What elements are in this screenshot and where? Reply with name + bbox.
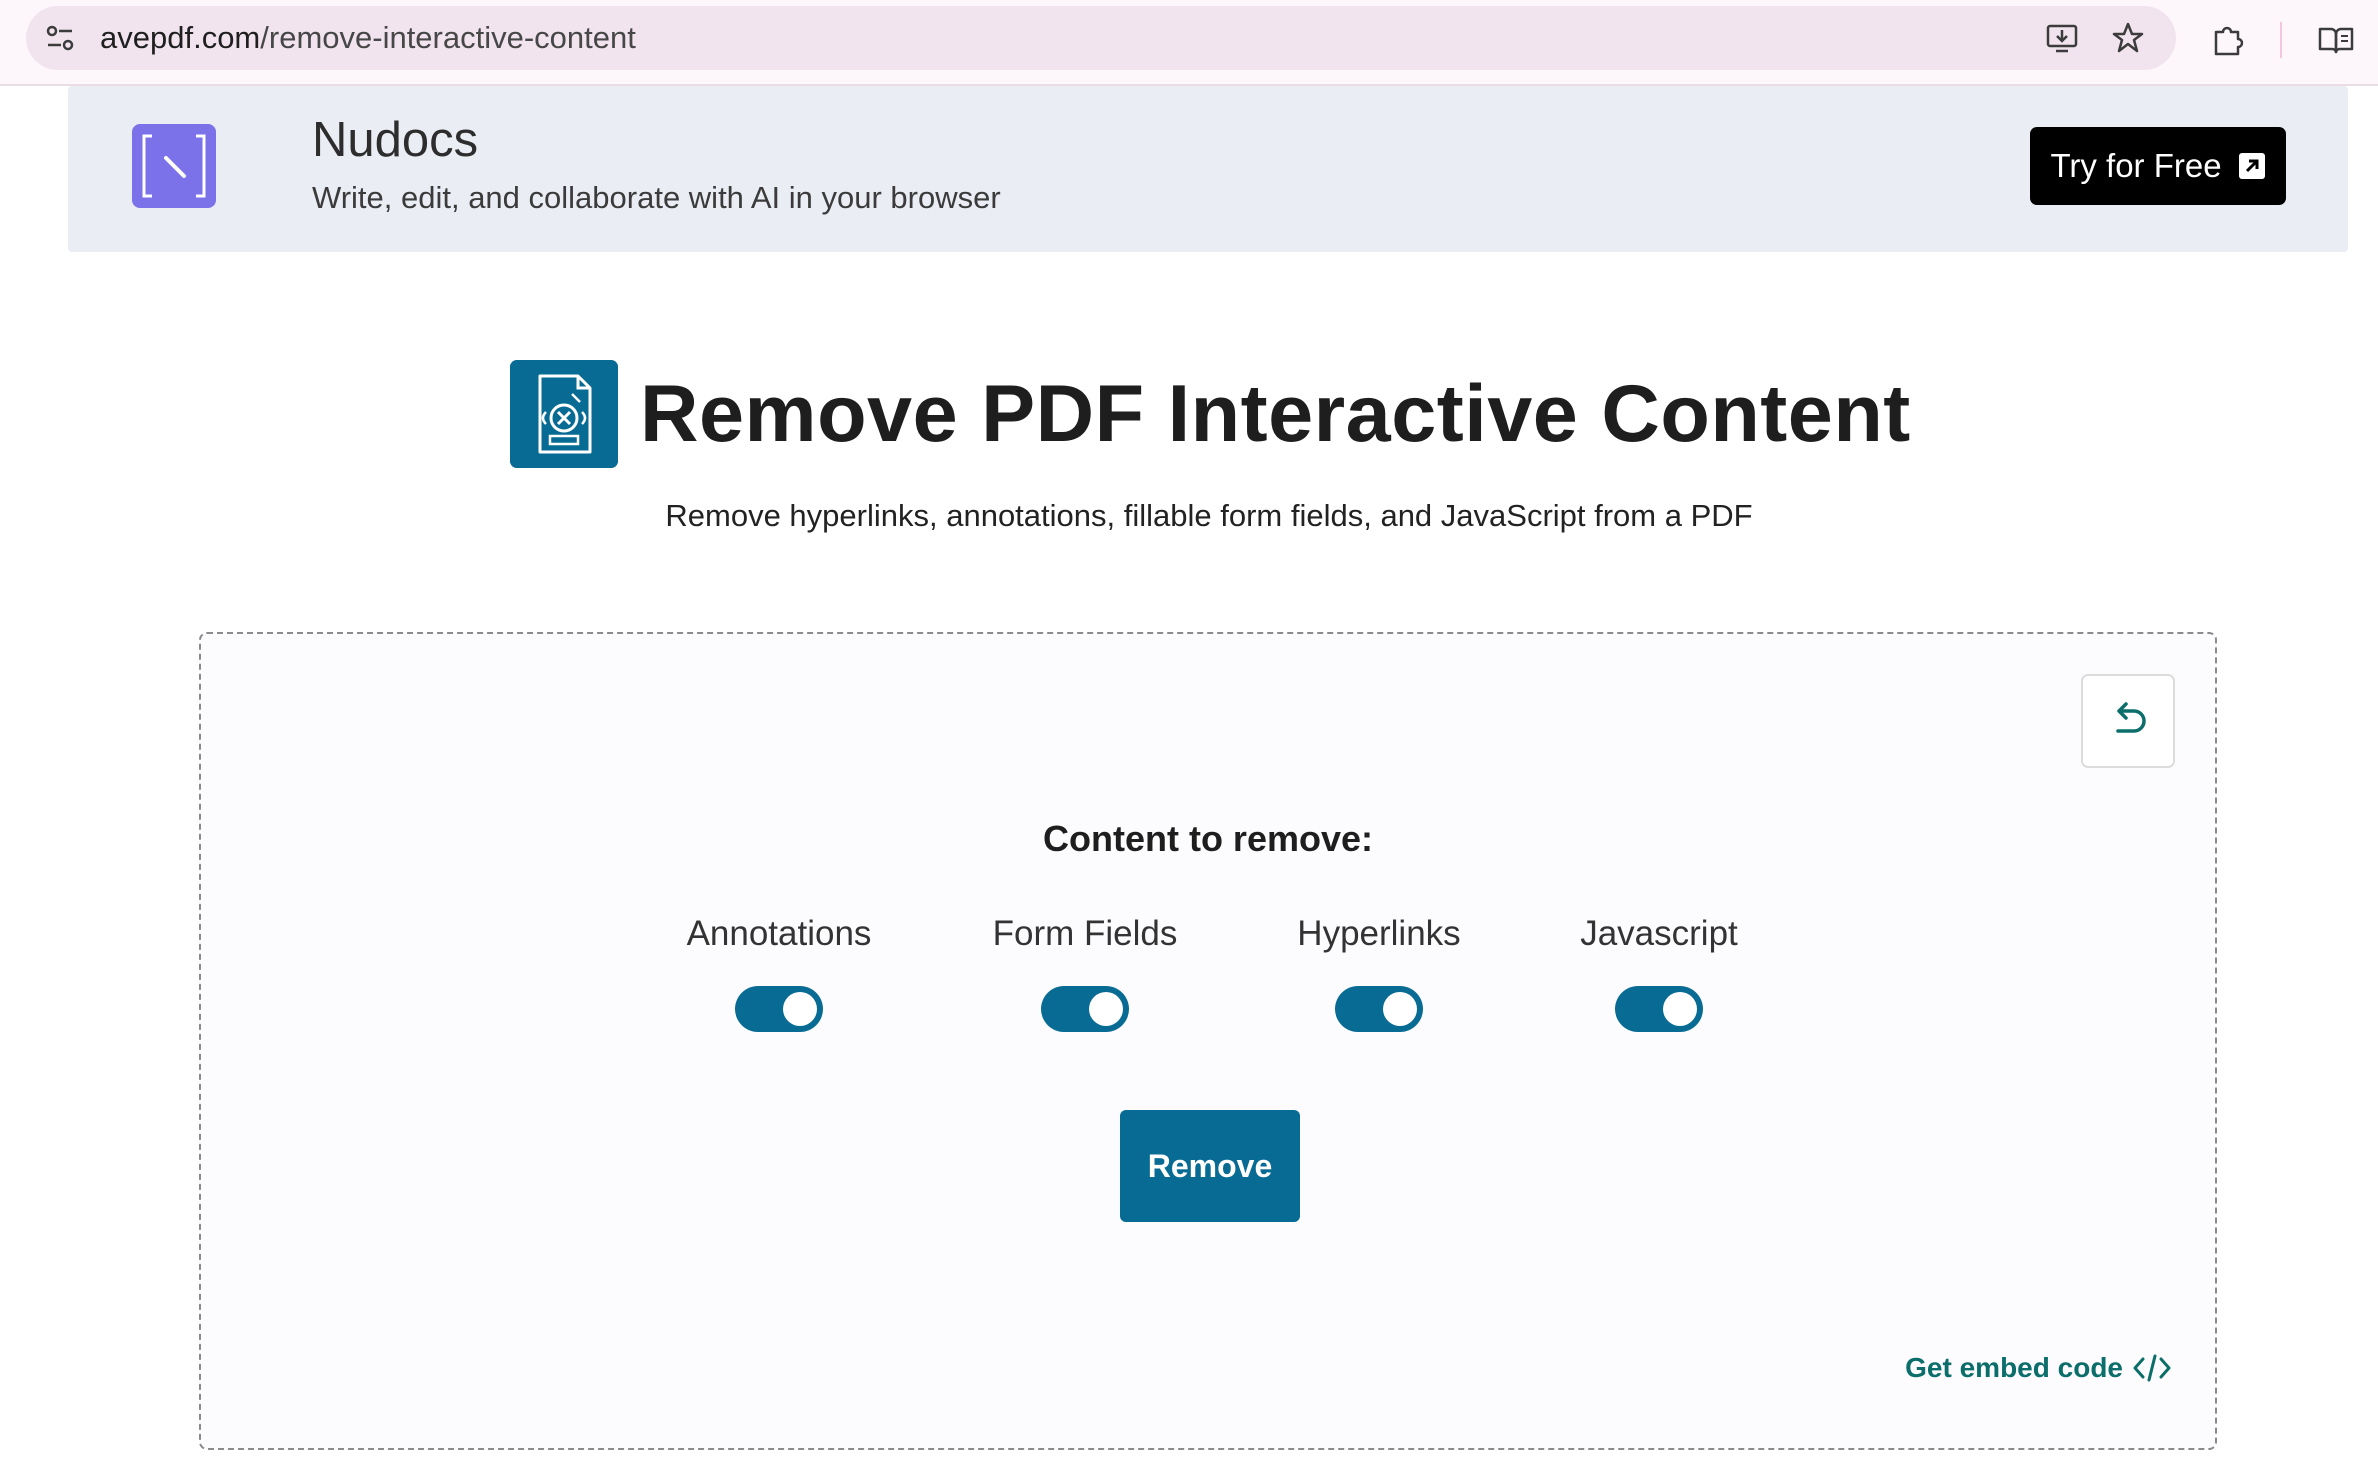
embed-link-label: Get embed code	[1905, 1352, 2123, 1383]
option-hyperlinks: Hyperlinks	[1249, 914, 1509, 1032]
remove-interactive-content-icon	[510, 360, 618, 468]
external-link-icon	[2238, 153, 2265, 179]
tool-panel: Content to remove: Annotations Form Fiel…	[199, 632, 2217, 1450]
ad-brand-title: Nudocs	[312, 113, 479, 167]
url-domain: avepdf.com	[100, 20, 261, 55]
javascript-toggle[interactable]	[1615, 986, 1703, 1032]
code-icon	[2133, 1354, 2171, 1382]
reading-mode-book-icon[interactable]	[2316, 20, 2356, 60]
option-annotations: Annotations	[649, 914, 909, 1032]
content-to-remove-label: Content to remove:	[1042, 818, 1373, 859]
site-info-icon[interactable]	[42, 20, 78, 56]
hyperlinks-toggle[interactable]	[1335, 986, 1423, 1032]
try-for-free-label: Try for Free	[2050, 147, 2222, 184]
form-fields-toggle[interactable]	[1041, 986, 1129, 1032]
page-title: Remove PDF Interactive Content	[640, 369, 1911, 459]
url-path: /remove-interactive-content	[260, 20, 636, 55]
ad-banner[interactable]: Nudocs Write, edit, and collaborate with…	[68, 86, 2348, 252]
option-form-fields: Form Fields	[955, 914, 1215, 1032]
remove-button[interactable]: Remove	[1120, 1110, 1300, 1222]
toggle-knob	[1089, 992, 1123, 1026]
page-subtitle: Remove hyperlinks, annotations, fillable…	[665, 498, 1753, 533]
toolbar-divider	[2280, 22, 2282, 58]
browser-toolbar: avepdf.com/remove-interactive-content	[0, 0, 2378, 86]
toggle-knob	[783, 992, 817, 1026]
bookmark-star-icon[interactable]	[2110, 20, 2146, 56]
try-for-free-button[interactable]: Try for Free	[2030, 127, 2286, 205]
ad-tagline: Write, edit, and collaborate with AI in …	[312, 180, 1001, 215]
address-bar[interactable]: avepdf.com/remove-interactive-content	[26, 6, 2176, 70]
option-label: Form Fields	[992, 914, 1178, 953]
nudocs-logo-icon	[132, 124, 216, 208]
option-label: Javascript	[1580, 914, 1738, 953]
annotations-toggle[interactable]	[735, 986, 823, 1032]
undo-icon	[2116, 702, 2146, 733]
toggle-knob	[1663, 992, 1697, 1026]
toggle-knob	[1383, 992, 1417, 1026]
extensions-puzzle-icon[interactable]	[2208, 20, 2248, 60]
url-text[interactable]: avepdf.com/remove-interactive-content	[100, 6, 636, 70]
option-label: Annotations	[686, 914, 872, 953]
option-label: Hyperlinks	[1297, 914, 1461, 953]
option-javascript: Javascript	[1529, 914, 1789, 1032]
install-app-icon[interactable]	[2044, 20, 2080, 56]
reset-button[interactable]	[2081, 674, 2175, 768]
get-embed-code-link[interactable]: Get embed code	[1905, 1352, 2171, 1384]
